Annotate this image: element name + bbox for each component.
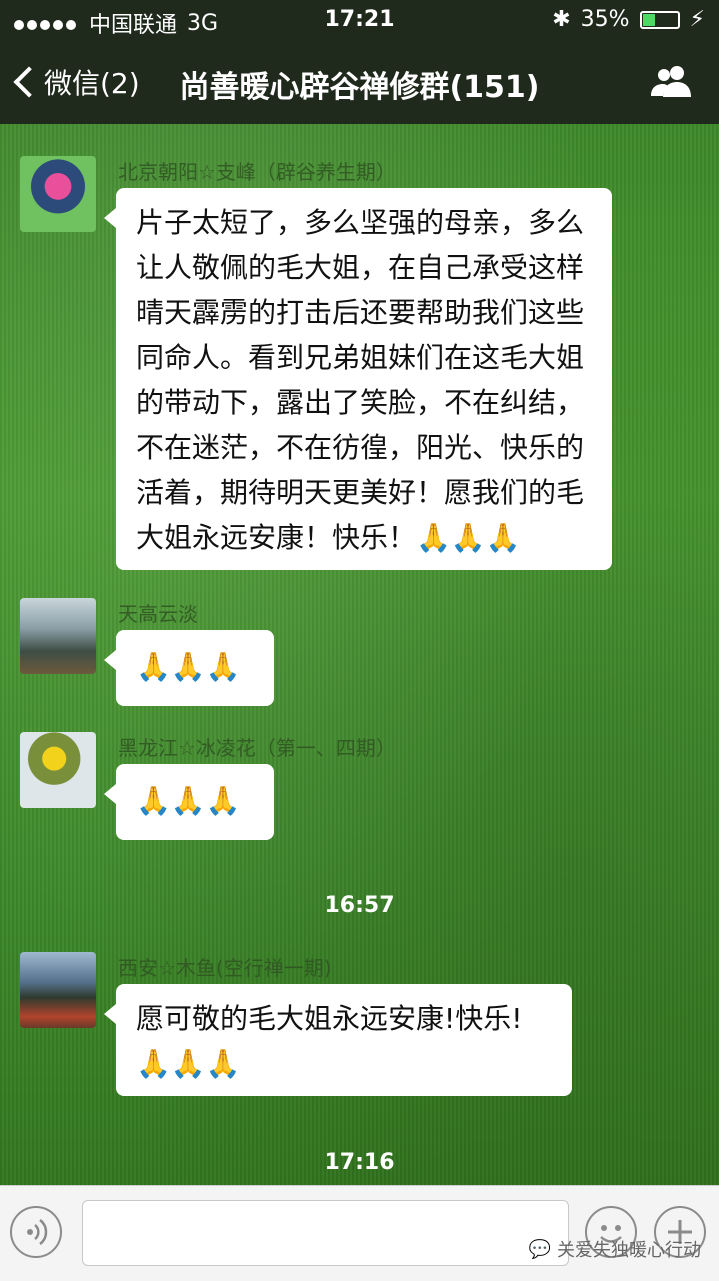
sender-name: 西安☆木鱼(空行禅一期) <box>118 956 332 980</box>
top-bar: 中国联通 3G 17:21 ✱ 35% ⚡ 微信(2) 尚善暖心辟谷禅修群(15… <box>0 0 719 124</box>
sender-name: 黑龙江☆冰凌花（第一、四期） <box>118 736 396 760</box>
avatar[interactable] <box>20 598 96 674</box>
nav-bar: 微信(2) 尚善暖心辟谷禅修群(151) <box>0 52 719 112</box>
sender-name: 北京朝阳☆支峰（辟谷养生期） <box>118 160 396 184</box>
message-bubble[interactable]: 愿可敬的毛大姐永远安康!快乐! 🙏🙏🙏 <box>104 984 572 1096</box>
group-members-icon[interactable] <box>649 64 697 98</box>
message-input[interactable] <box>82 1200 569 1266</box>
charging-icon: ⚡ <box>689 7 705 32</box>
status-bar: 中国联通 3G 17:21 ✱ 35% ⚡ <box>0 0 719 40</box>
avatar[interactable] <box>20 156 96 232</box>
message-bubble[interactable]: 🙏🙏🙏 <box>104 630 274 706</box>
voice-button[interactable] <box>10 1206 62 1258</box>
wechat-logo-icon: 💬 <box>528 1238 551 1260</box>
message-text: 片子太短了，多么坚强的母亲，多么让人敬佩的毛大姐，在自己承受这样晴天霹雳的打击后… <box>136 206 585 554</box>
sender-name: 天高云淡 <box>118 602 198 626</box>
message-emoji: 🙏🙏🙏 <box>416 521 521 554</box>
watermark-text: 关爱失独暖心行动 <box>557 1240 701 1261</box>
battery-percent: 35% <box>580 7 630 32</box>
message-emoji: 🙏🙏🙏 <box>136 784 241 817</box>
timestamp: 17:16 <box>324 1150 395 1175</box>
chat-title: 尚善暖心辟谷禅修群(151) <box>179 70 540 105</box>
battery-icon <box>639 10 680 29</box>
message-bubble[interactable]: 🙏🙏🙏 <box>104 764 274 840</box>
battery-fill <box>642 13 655 26</box>
message-text: 愿可敬的毛大姐永远安康!快乐! <box>136 1002 523 1035</box>
message-bubble[interactable]: 片子太短了，多么坚强的母亲，多么让人敬佩的毛大姐，在自己承受这样晴天霹雳的打击后… <box>104 188 612 570</box>
message-emoji: 🙏🙏🙏 <box>136 650 241 683</box>
input-bar <box>0 1185 719 1281</box>
bluetooth-icon: ✱ <box>552 7 571 32</box>
voice-icon <box>27 1219 48 1245</box>
message-emoji: 🙏🙏🙏 <box>136 1047 241 1080</box>
avatar[interactable] <box>20 732 96 808</box>
avatar[interactable] <box>20 952 96 1028</box>
timestamp: 16:57 <box>324 893 395 918</box>
watermark: 💬 关爱失独暖心行动 <box>529 1236 701 1262</box>
